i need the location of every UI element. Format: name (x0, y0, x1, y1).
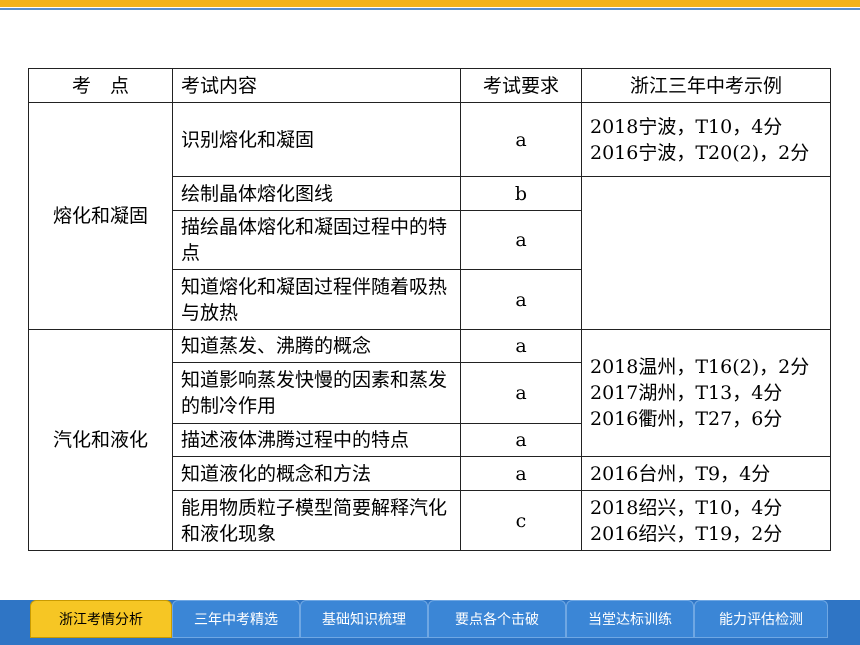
table-row: 汽化和液化 知道蒸发、沸腾的概念 a 2018温州，T16(2)，2分 2017… (28, 329, 831, 551)
content-cell: 绘制晶体熔化图线 (172, 176, 461, 211)
examples-cell: 2018温州，T16(2)，2分 2017湖州，T13，4分 2016衢州，T2… (581, 329, 831, 457)
table-row: 熔化和凝固 识别熔化和凝固 a 2018宁波，T10，4分 2016宁波，T20… (28, 102, 831, 330)
point-cell: 熔化和凝固 (28, 102, 173, 330)
example-line: 2018宁波，T10，4分 (590, 115, 783, 138)
header-point: 考 点 (28, 68, 173, 103)
examples-cell: 2018绍兴，T10，4分 2016绍兴，T19，2分 (581, 490, 831, 551)
examples-cell: 2018宁波，T10，4分 2016宁波，T20(2)，2分 (581, 102, 831, 177)
content-cell: 知道液化的概念和方法 (172, 456, 461, 491)
table-header-row: 考 点 考试内容 考试要求 浙江三年中考示例 (28, 68, 831, 103)
requirement-cell: a (460, 456, 582, 491)
requirement-cell: c (460, 490, 582, 551)
example-line: 2016绍兴，T19，2分 (590, 522, 783, 545)
point-cell: 汽化和液化 (28, 329, 173, 551)
requirement-cell: a (460, 102, 582, 177)
example-line: 2016台州，T9，4分 (590, 462, 771, 485)
top-accent-line (0, 8, 860, 10)
exam-analysis-table: 考 点 考试内容 考试要求 浙江三年中考示例 熔化和凝固 识别熔化和凝固 a 2… (28, 68, 831, 551)
requirement-cell: a (460, 329, 582, 363)
content-cell: 知道熔化和凝固过程伴随着吸热与放热 (172, 269, 461, 330)
tab-key-points[interactable]: 要点各个击破 (428, 600, 566, 638)
content-cell: 描述液体沸腾过程中的特点 (172, 423, 461, 457)
requirement-cell: a (460, 362, 582, 424)
requirement-cell: a (460, 210, 582, 270)
example-line: 2016衢州，T27，6分 (590, 408, 783, 430)
content-cell: 知道影响蒸发快慢的因素和蒸发的制冷作用 (172, 362, 461, 424)
example-line: 2018温州，T16(2)，2分 (590, 356, 810, 378)
tab-ability-assessment[interactable]: 能力评估检测 (694, 600, 828, 638)
tab-basic-knowledge[interactable]: 基础知识梳理 (300, 600, 428, 638)
example-line: 2018绍兴，T10，4分 (590, 496, 783, 519)
tab-three-year-selection[interactable]: 三年中考精选 (172, 600, 300, 638)
header-examples: 浙江三年中考示例 (581, 68, 831, 103)
example-line: 2016宁波，T20(2)，2分 (590, 141, 810, 164)
content-cell: 识别熔化和凝固 (172, 102, 461, 177)
top-accent-bar (0, 0, 860, 7)
tab-zhejiang-analysis[interactable]: 浙江考情分析 (30, 600, 172, 638)
examples-cell: 2016台州，T9，4分 (581, 456, 831, 491)
example-line: 2017湖州，T13，4分 (590, 382, 783, 404)
requirement-cell: b (460, 176, 582, 211)
content-cell: 描绘晶体熔化和凝固过程中的特点 (172, 210, 461, 270)
content-cell: 能用物质粒子模型简要解释汽化和液化现象 (172, 490, 461, 551)
requirement-cell: a (460, 423, 582, 457)
tab-classroom-practice[interactable]: 当堂达标训练 (566, 600, 694, 638)
requirement-cell: a (460, 269, 582, 330)
header-content: 考试内容 (172, 68, 461, 103)
examples-cell-empty (581, 176, 831, 330)
content-cell: 知道蒸发、沸腾的概念 (172, 329, 461, 363)
header-requirement: 考试要求 (460, 68, 582, 103)
